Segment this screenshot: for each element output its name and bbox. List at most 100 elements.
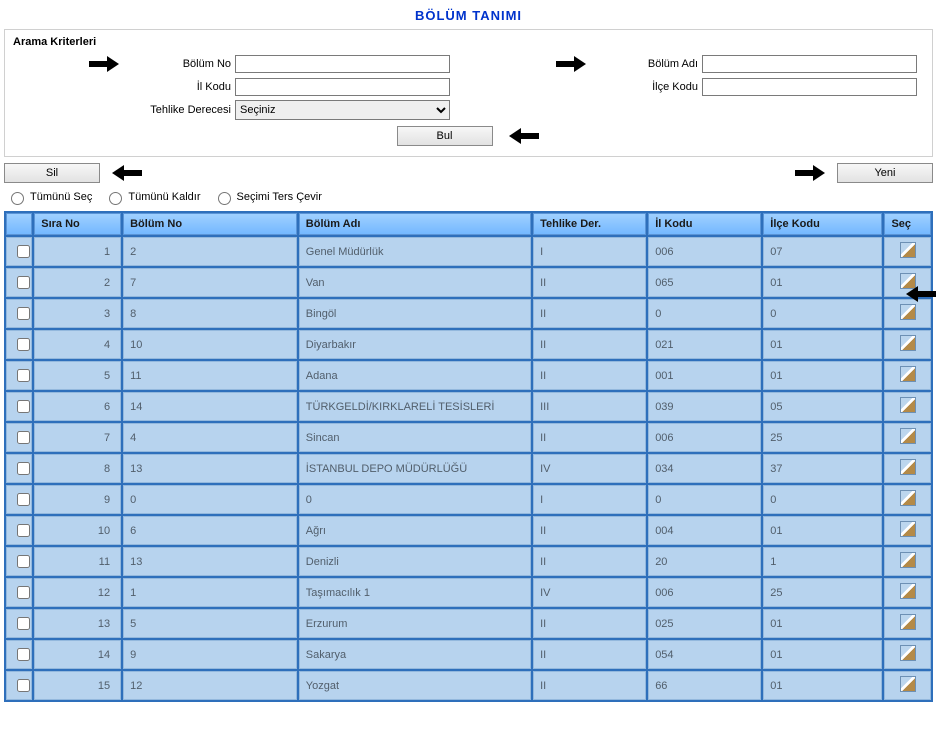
cell-il: 20 [648,547,761,576]
edit-icon[interactable] [900,335,916,351]
data-table: Sıra No Bölüm No Bölüm Adı Tehlike Der. … [4,211,933,702]
edit-icon[interactable] [900,397,916,413]
row-checkbox[interactable] [17,276,30,289]
edit-icon[interactable] [900,676,916,692]
cell-ilce: 0 [763,485,882,514]
cell-bolum-adi: Sincan [299,423,531,452]
ilce-kodu-input[interactable] [702,78,917,96]
cell-bolum-adi: Diyarbakır [299,330,531,359]
cell-bolum-no: 6 [123,516,297,545]
edit-icon[interactable] [900,459,916,475]
edit-icon[interactable] [900,304,916,320]
cell-ilce: 01 [763,640,882,669]
cell-sira: 8 [34,454,121,483]
edit-icon[interactable] [900,428,916,444]
cell-sira: 14 [34,640,121,669]
cell-tehlike: II [533,361,646,390]
edit-icon[interactable] [900,366,916,382]
edit-icon[interactable] [900,645,916,661]
criteria-heading: Arama Kriterleri [13,36,924,48]
cell-tehlike: II [533,609,646,638]
row-checkbox[interactable] [17,617,30,630]
select-invert-radio[interactable]: Seçimi Ters Çevir [213,189,322,205]
cell-ilce: 01 [763,330,882,359]
cell-sira: 9 [34,485,121,514]
bolum-adi-input[interactable] [702,55,917,73]
cell-bolum-no: 11 [123,361,297,390]
cell-bolum-no: 9 [123,640,297,669]
cell-bolum-adi: Denizli [299,547,531,576]
cell-tehlike: IV [533,578,646,607]
cell-sira: 10 [34,516,121,545]
cell-il: 065 [648,268,761,297]
bolum-no-input[interactable] [235,55,450,73]
cell-ilce: 01 [763,361,882,390]
cell-bolum-adi: Sakarya [299,640,531,669]
row-checkbox[interactable] [17,307,30,320]
cell-bolum-no: 2 [123,237,297,266]
cell-bolum-adi: Genel Müdürlük [299,237,531,266]
cell-ilce: 25 [763,423,882,452]
row-checkbox[interactable] [17,586,30,599]
table-row: 900I00 [6,485,931,514]
cell-bolum-no: 4 [123,423,297,452]
edit-icon[interactable] [900,490,916,506]
cell-il: 004 [648,516,761,545]
row-checkbox[interactable] [17,555,30,568]
bolum-adi-label: Bölüm Adı [598,58,698,70]
row-checkbox[interactable] [17,338,30,351]
cell-tehlike: II [533,268,646,297]
cell-ilce: 01 [763,609,882,638]
cell-il: 039 [648,392,761,421]
cell-bolum-no: 0 [123,485,297,514]
tehlike-select[interactable]: Seçiniz [235,100,450,120]
row-checkbox[interactable] [17,462,30,475]
cell-tehlike: II [533,516,646,545]
cell-ilce: 05 [763,392,882,421]
cell-bolum-adi: 0 [299,485,531,514]
edit-icon[interactable] [900,552,916,568]
cell-il: 034 [648,454,761,483]
row-checkbox[interactable] [17,493,30,506]
cell-bolum-no: 5 [123,609,297,638]
row-checkbox[interactable] [17,400,30,413]
row-checkbox[interactable] [17,245,30,258]
select-none-radio[interactable]: Tümünü Kaldır [104,189,200,205]
table-row: 121Taşımacılık 1IV00625 [6,578,931,607]
cell-bolum-adi: Erzurum [299,609,531,638]
row-checkbox[interactable] [17,679,30,692]
edit-icon[interactable] [900,583,916,599]
arrow-right-icon [554,54,590,74]
cell-sira: 1 [34,237,121,266]
row-checkbox[interactable] [17,369,30,382]
cell-bolum-no: 14 [123,392,297,421]
row-checkbox[interactable] [17,648,30,661]
tehlike-label: Tehlike Derecesi [131,104,231,116]
cell-bolum-no: 13 [123,547,297,576]
edit-icon[interactable] [900,614,916,630]
edit-icon[interactable] [900,521,916,537]
cell-bolum-adi: Taşımacılık 1 [299,578,531,607]
cell-il: 006 [648,423,761,452]
cell-bolum-adi: Adana [299,361,531,390]
cell-ilce: 07 [763,237,882,266]
table-row: 614TÜRKGELDİ/KIRKLARELİ TESİSLERİIII0390… [6,392,931,421]
il-kodu-input[interactable] [235,78,450,96]
select-all-radio[interactable]: Tümünü Seç [6,189,92,205]
cell-tehlike: II [533,547,646,576]
row-checkbox[interactable] [17,524,30,537]
table-header-row: Sıra No Bölüm No Bölüm Adı Tehlike Der. … [6,213,931,235]
yeni-button[interactable]: Yeni [837,163,933,183]
cell-tehlike: IV [533,454,646,483]
bul-button[interactable]: Bul [397,126,493,146]
row-checkbox[interactable] [17,431,30,444]
cell-bolum-no: 12 [123,671,297,700]
table-row: 410DiyarbakırII02101 [6,330,931,359]
sil-button[interactable]: Sil [4,163,100,183]
edit-icon[interactable] [900,242,916,258]
cell-il: 021 [648,330,761,359]
cell-ilce: 1 [763,547,882,576]
col-tehlike: Tehlike Der. [533,213,646,235]
cell-bolum-adi: TÜRKGELDİ/KIRKLARELİ TESİSLERİ [299,392,531,421]
cell-bolum-adi: Yozgat [299,671,531,700]
